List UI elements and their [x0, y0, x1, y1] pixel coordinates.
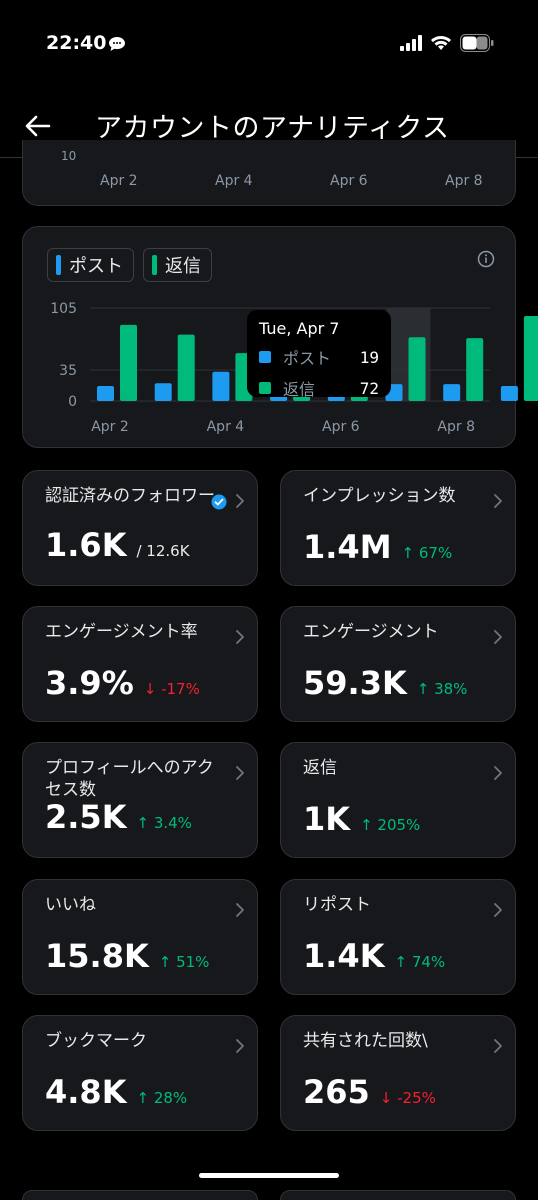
x-tick-label: Apr 6	[322, 419, 360, 435]
tooltip-value-posts: 19	[359, 347, 379, 367]
bar-posts	[500, 385, 518, 401]
stat-card[interactable]: リポスト 1.4K ↑ 74%	[280, 879, 516, 995]
stat-change: ↓ -17%	[143, 680, 200, 698]
stat-card[interactable]: 認証済みのフォロワー 1.6K / 12.6K	[22, 470, 258, 586]
chevron-right-icon	[235, 629, 245, 649]
stat-value: 1.6K	[45, 526, 127, 564]
stat-label: プロフィールへのアクセス数	[45, 758, 214, 800]
stat-change: ↑ 74%	[394, 953, 446, 971]
stat-card[interactable]: インプレッション数 1.4M ↑ 67%	[280, 470, 516, 586]
chevron-right-icon	[235, 493, 245, 513]
chevron-right-icon	[235, 902, 245, 922]
stat-value: 59.3K	[303, 664, 407, 702]
stat-value-row: 15.8K ↑ 51%	[45, 937, 209, 975]
stat-value: 4.8K	[45, 1073, 127, 1111]
stat-value: 1.4K	[303, 937, 385, 975]
bar-replies	[466, 338, 484, 401]
stat-value-row: 1.6K / 12.6K	[45, 526, 190, 564]
bar-replies	[408, 337, 426, 401]
chevron-right-icon	[493, 629, 503, 649]
stat-card[interactable]: エンゲージメント率 3.9% ↓ -17%	[22, 606, 258, 722]
stat-card[interactable]: プロフィールへのアクセス数 2.5K ↑ 3.4%	[22, 742, 258, 858]
chevron-right-icon	[493, 765, 503, 785]
stat-card[interactable]: 返信 1K ↑ 205%	[280, 742, 516, 858]
stat-label: 共有された回数\	[303, 1031, 428, 1051]
tooltip-name-replies: 返信	[283, 380, 316, 399]
stat-value: 15.8K	[45, 937, 149, 975]
stat-change: ↑ 3.4%	[136, 814, 192, 832]
y-tick-label: 105	[50, 301, 77, 317]
stat-label: 認証済みのフォロワー	[45, 486, 215, 506]
stat-value: 3.9%	[45, 664, 134, 702]
bar-replies	[177, 334, 195, 401]
stat-change: ↑ 28%	[136, 1089, 188, 1107]
y-tick-label: 35	[59, 363, 77, 379]
stat-card[interactable]: エンゲージメント 59.3K ↑ 38%	[280, 606, 516, 722]
stat-value-row: 265 ↓ -25%	[303, 1073, 436, 1111]
x-tick-label: Apr 2	[91, 419, 129, 435]
tooltip-swatch-posts	[259, 351, 271, 363]
chevron-right-icon	[235, 1038, 245, 1058]
stat-label: リポスト	[303, 895, 371, 915]
stat-value-row: 1K ↑ 205%	[303, 800, 420, 838]
tooltip-row-posts: ポスト 19	[259, 345, 379, 369]
stat-change: ↑ 51%	[158, 953, 210, 971]
tooltip-date: Tue, Apr 7	[259, 319, 340, 338]
bar-replies	[523, 315, 538, 401]
x-tick-label: Apr 4	[207, 419, 245, 435]
chevron-right-icon	[493, 493, 503, 513]
chart-tooltip: Tue, Apr 7 ポスト 19 返信 72	[247, 310, 391, 400]
stat-change: ↓ -25%	[379, 1089, 436, 1107]
stat-card[interactable]: いいね 15.8K ↑ 51%	[22, 879, 258, 995]
stat-value-row: 1.4M ↑ 67%	[303, 528, 452, 566]
stat-card[interactable]: 共有された回数\ 265 ↓ -25%	[280, 1015, 516, 1131]
stat-total: / 12.6K	[136, 542, 190, 560]
y-tick-label: 0	[68, 394, 77, 410]
stat-label: エンゲージメント	[303, 622, 439, 642]
stat-value-row: 1.4K ↑ 74%	[303, 937, 445, 975]
bar-replies	[120, 324, 137, 401]
stat-label: ブックマーク	[45, 1031, 147, 1051]
stat-value: 2.5K	[45, 798, 127, 836]
stat-label: インプレッション数	[303, 486, 456, 506]
stat-value-row: 59.3K ↑ 38%	[303, 664, 467, 702]
chevron-right-icon	[235, 765, 245, 785]
next-card-peek	[280, 1190, 516, 1200]
home-indicator[interactable]	[199, 1173, 339, 1178]
verified-badge-icon	[211, 494, 227, 514]
stat-value-row: 2.5K ↑ 3.4%	[45, 798, 192, 836]
bar-posts	[154, 383, 172, 401]
chevron-right-icon	[493, 902, 503, 922]
tooltip-swatch-replies	[259, 382, 271, 394]
stat-label: エンゲージメント率	[45, 622, 198, 642]
stat-value-row: 3.9% ↓ -17%	[45, 664, 200, 702]
bar-posts	[443, 384, 461, 401]
tooltip-row-replies: 返信 72	[259, 376, 379, 400]
stat-label: いいね	[45, 895, 96, 915]
chevron-right-icon	[493, 1038, 503, 1058]
tooltip-name-posts: ポスト	[283, 349, 332, 368]
stat-value-row: 4.8K ↑ 28%	[45, 1073, 187, 1111]
stat-change: ↑ 38%	[416, 680, 468, 698]
stat-change: ↑ 205%	[360, 816, 421, 834]
bar-posts	[212, 371, 230, 401]
bar-posts	[97, 385, 114, 401]
stat-value: 1.4M	[303, 528, 392, 566]
stat-change: ↑ 67%	[401, 544, 453, 562]
stat-value: 265	[303, 1073, 370, 1111]
tooltip-value-replies: 72	[359, 378, 379, 398]
next-card-peek	[22, 1190, 258, 1200]
stat-card[interactable]: ブックマーク 4.8K ↑ 28%	[22, 1015, 258, 1131]
x-tick-label: Apr 8	[437, 419, 475, 435]
stat-label: 返信	[303, 758, 337, 778]
stat-value: 1K	[303, 800, 351, 838]
